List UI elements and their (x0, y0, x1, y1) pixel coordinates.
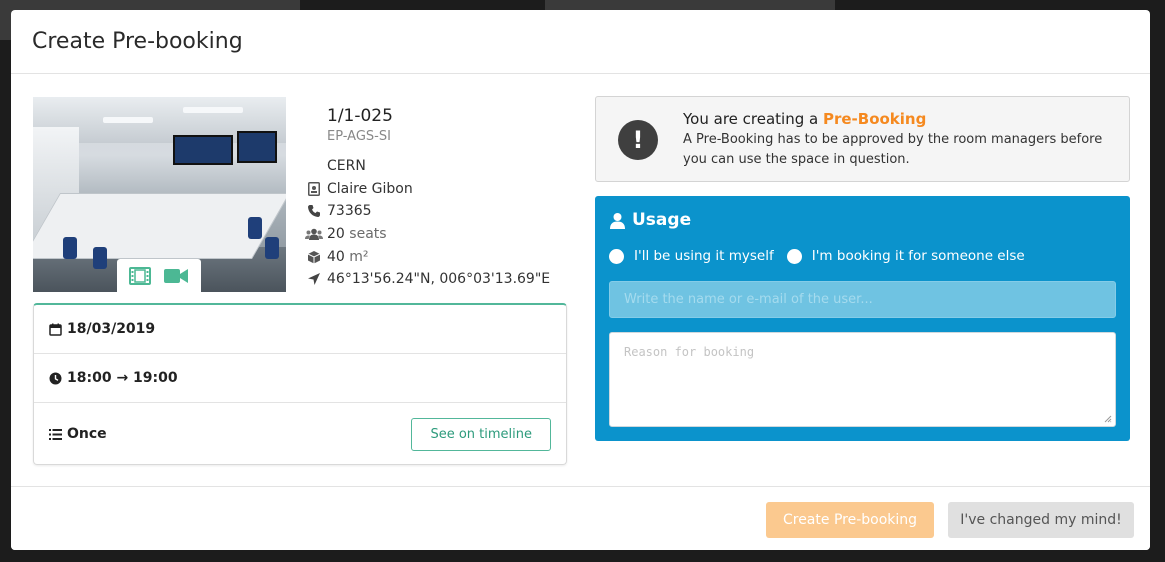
booking-recurrence-row: Once See on timeline (34, 403, 566, 465)
notice-title-highlight: Pre-Booking (822, 110, 927, 128)
room-site-label: CERN (327, 158, 366, 174)
location-arrow-icon (305, 272, 323, 286)
create-prebooking-button[interactable]: Create Pre-booking (766, 502, 934, 538)
user-search-input[interactable]: Write the name or e-mail of the user... (609, 281, 1116, 318)
photo-chair (63, 237, 77, 259)
exclamation-icon: ! (618, 120, 658, 160)
usage-title: Usage (609, 210, 691, 230)
clock-icon (49, 372, 62, 385)
notice-text: A Pre-Booking has to be approved by the … (683, 132, 1103, 167)
modal-content: 1/1-025 EP-AGS-SI CERN Claire Gibon 7336… (11, 75, 1150, 486)
reason-textarea[interactable]: Reason for booking (609, 332, 1116, 427)
see-on-timeline-button[interactable]: See on timeline (411, 417, 551, 451)
photo-light (103, 117, 153, 123)
room-group: EP-AGS-SI (327, 129, 391, 144)
photo-chair (93, 247, 107, 269)
calendar-icon (49, 323, 62, 336)
option-other-label[interactable]: I'm booking it for someone else (812, 248, 1025, 264)
room-surface-unit: m² (349, 249, 369, 265)
booking-date-row: 18/03/2019 (34, 305, 566, 354)
room-surface-row: 40 m² (305, 249, 369, 265)
prebooking-notice: ! You are creating a Pre-Booking A Pre-B… (595, 96, 1130, 182)
phone-icon (305, 204, 323, 218)
room-site: CERN (327, 158, 366, 174)
room-phone-row: 73365 (305, 203, 372, 219)
room-photo (33, 97, 286, 292)
option-self-label[interactable]: I'll be using it myself (634, 248, 774, 264)
notice-title-prefix: You are creating a (683, 110, 823, 128)
reason-placeholder: Reason for booking (624, 345, 755, 359)
room-surface-value: 40 (327, 249, 345, 265)
video-camera-icon (163, 267, 189, 285)
notice-title: You are creating a Pre-Booking (683, 110, 926, 128)
resize-handle-icon[interactable] (1104, 415, 1112, 423)
photo-chair (248, 217, 262, 239)
usage-title-label: Usage (632, 210, 692, 230)
user-icon (609, 212, 626, 229)
photo-light (183, 107, 243, 113)
room-location-row: 46°13'56.24"N, 006°03'13.69"E (305, 271, 550, 287)
photo-screen (237, 131, 277, 163)
photo-screen (173, 135, 233, 165)
id-badge-icon (305, 182, 323, 196)
room-name: 1/1-025 (327, 106, 393, 126)
booking-time: 18:00 → 19:00 (67, 370, 178, 386)
room-equipment-icons (117, 259, 201, 292)
list-icon (49, 428, 62, 440)
modal-footer: Create Pre-booking I've changed my mind! (11, 486, 1150, 550)
radio-someone-else[interactable] (786, 248, 802, 264)
users-icon (305, 228, 323, 240)
create-prebooking-dialog: Create Pre-booking 1/1-025 EP-AGS-SI CER… (11, 10, 1150, 550)
photo-chair (265, 237, 279, 259)
usage-options: I'll be using it myself I'm booking it f… (609, 248, 1025, 264)
booking-date: 18/03/2019 (67, 321, 156, 337)
booking-recurrence: Once (67, 426, 107, 442)
booking-time-row: 18:00 → 19:00 (34, 354, 566, 403)
booking-summary: 18/03/2019 18:00 → 19:00 Once See on tim… (33, 303, 567, 465)
room-phone: 73365 (327, 203, 372, 219)
room-capacity-row: 20 seats (305, 226, 387, 242)
modal-header: Create Pre-booking (11, 10, 1150, 74)
room-owner: Claire Gibon (327, 181, 413, 197)
room-owner-row: Claire Gibon (305, 181, 413, 197)
film-icon (129, 266, 151, 285)
room-seats-value: 20 (327, 226, 345, 242)
room-seats-unit: seats (349, 226, 387, 242)
cancel-button[interactable]: I've changed my mind! (948, 502, 1134, 538)
usage-panel: Usage I'll be using it myself I'm bookin… (595, 196, 1130, 441)
radio-self[interactable] (609, 248, 624, 264)
room-coordinates: 46°13'56.24"N, 006°03'13.69"E (327, 271, 551, 287)
cube-icon (305, 250, 323, 264)
modal-title: Create Pre-booking (32, 29, 243, 54)
